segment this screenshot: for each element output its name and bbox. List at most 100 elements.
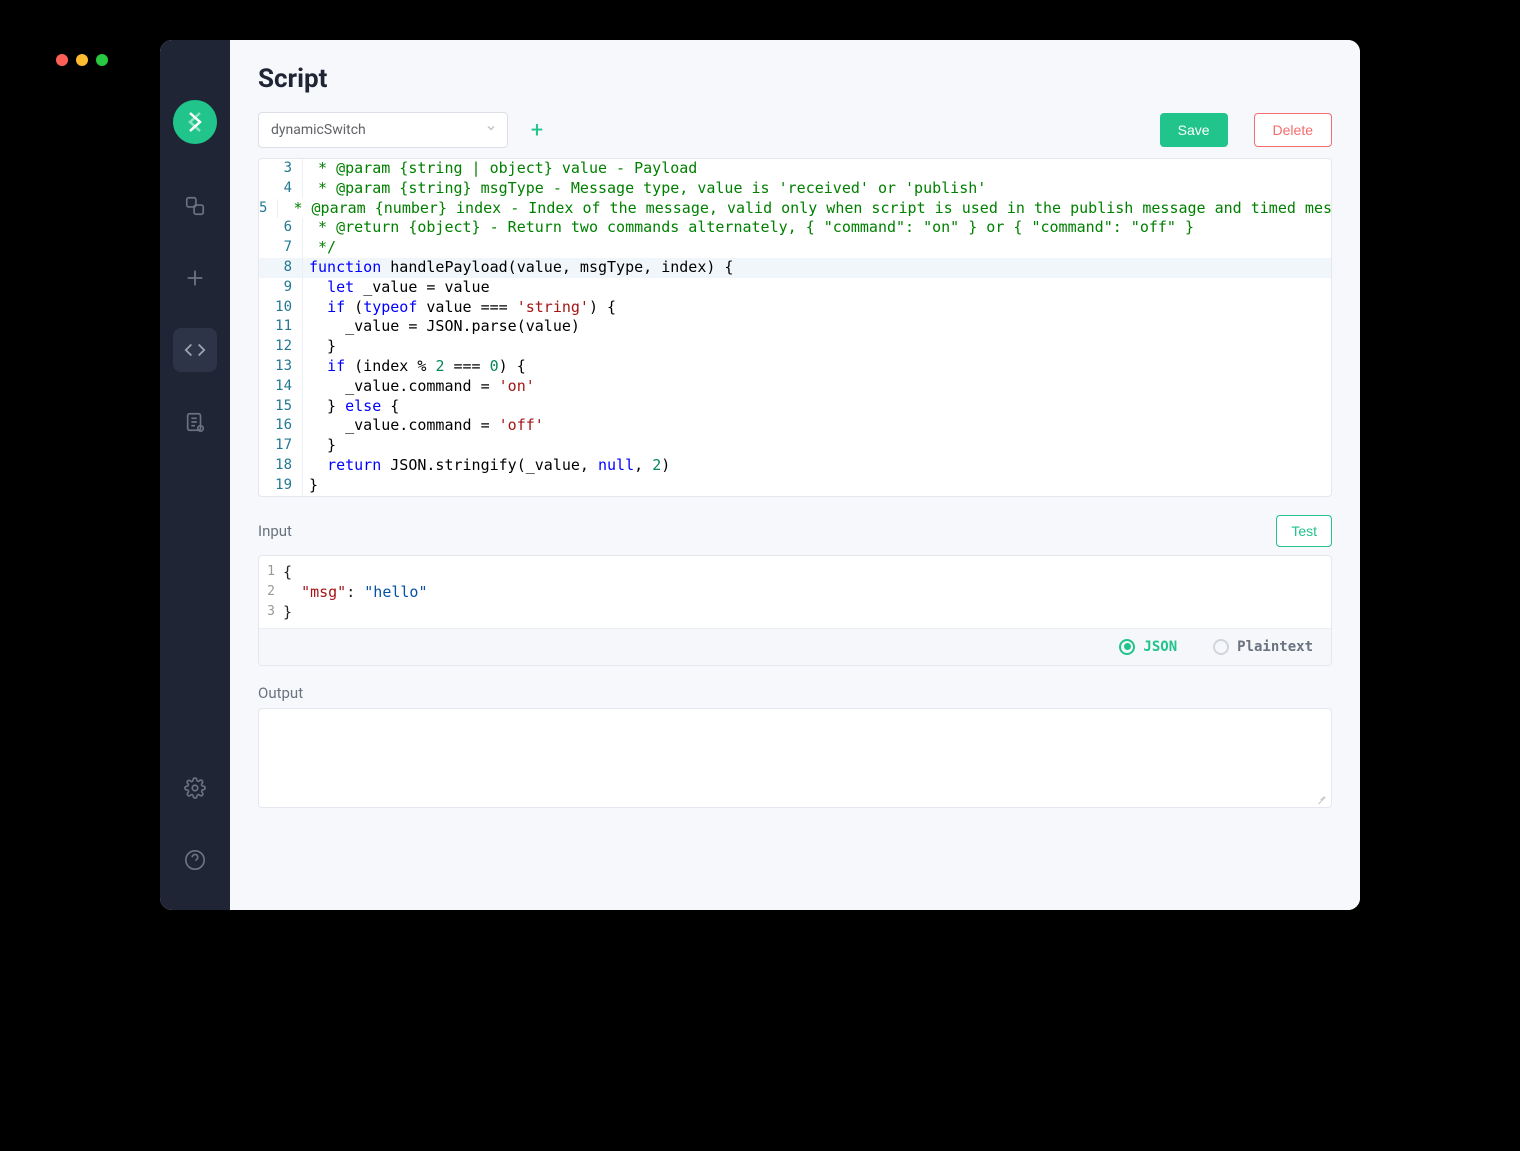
delete-button[interactable]: Delete: [1254, 113, 1332, 147]
code-content: * @param {string} msgType - Message type…: [303, 179, 986, 199]
radio-json[interactable]: JSON: [1119, 639, 1177, 655]
input-content: {: [283, 562, 292, 582]
save-button[interactable]: Save: [1160, 113, 1228, 147]
help-icon: [184, 849, 206, 871]
line-number: 17: [259, 436, 303, 456]
output-label: Output: [258, 684, 1332, 702]
add-script-button[interactable]: +: [522, 115, 552, 145]
nav-logs[interactable]: [173, 400, 217, 444]
output-box[interactable]: [258, 708, 1332, 808]
minimize-window-dot[interactable]: [76, 54, 88, 66]
input-label: Input: [258, 522, 292, 540]
line-number: 5: [259, 199, 278, 219]
code-line[interactable]: 7 */: [259, 238, 1331, 258]
chevron-down-icon: [485, 122, 497, 138]
code-line[interactable]: 15 } else {: [259, 397, 1331, 417]
code-editor[interactable]: 3 * @param {string | object} value - Pay…: [258, 158, 1332, 497]
close-window-dot[interactable]: [56, 54, 68, 66]
input-content: "msg": "hello": [283, 582, 428, 602]
code-line[interactable]: 10 if (typeof value === 'string') {: [259, 298, 1331, 318]
code-content: return JSON.stringify(_value, null, 2): [303, 456, 670, 476]
line-number: 11: [259, 317, 303, 337]
nav-connections[interactable]: [173, 184, 217, 228]
line-number: 16: [259, 416, 303, 436]
input-line[interactable]: 1{: [259, 562, 1331, 582]
line-number: 15: [259, 397, 303, 417]
line-number: 19: [259, 476, 303, 496]
window-traffic-lights: [56, 54, 108, 66]
code-content: _value = JSON.parse(value): [303, 317, 580, 337]
main-panel: Script dynamicSwitch + Save Delete 3 * @…: [230, 40, 1360, 910]
page-title: Script: [258, 64, 1332, 94]
sidebar: [160, 40, 230, 910]
radio-json-label: JSON: [1143, 639, 1177, 655]
radio-dot-icon: [1119, 639, 1135, 655]
code-content: if (typeof value === 'string') {: [303, 298, 616, 318]
gear-icon: [184, 777, 206, 799]
line-number: 14: [259, 377, 303, 397]
input-line[interactable]: 3}: [259, 602, 1331, 622]
code-content: }: [303, 436, 336, 456]
app-logo: [173, 100, 217, 144]
line-number: 10: [259, 298, 303, 318]
code-line[interactable]: 12 }: [259, 337, 1331, 357]
input-section-header: Input Test: [258, 515, 1332, 547]
line-number: 4: [259, 179, 303, 199]
nav-settings[interactable]: [173, 766, 217, 810]
toolbar: dynamicSwitch + Save Delete: [258, 112, 1332, 148]
code-line[interactable]: 4 * @param {string} msgType - Message ty…: [259, 179, 1331, 199]
code-line[interactable]: 13 if (index % 2 === 0) {: [259, 357, 1331, 377]
input-format-radios: JSON Plaintext: [259, 628, 1331, 665]
nav-scripts[interactable]: [173, 328, 217, 372]
line-number: 6: [259, 218, 303, 238]
code-content: }: [303, 476, 318, 496]
radio-plaintext-label: Plaintext: [1237, 639, 1313, 655]
line-number: 9: [259, 278, 303, 298]
code-content: */: [303, 238, 336, 258]
line-number: 7: [259, 238, 303, 258]
code-content: * @param {string | object} value - Paylo…: [303, 159, 697, 179]
code-line[interactable]: 19}: [259, 476, 1331, 496]
code-line[interactable]: 6 * @return {object} - Return two comman…: [259, 218, 1331, 238]
input-line[interactable]: 2 "msg": "hello": [259, 582, 1331, 602]
nav-help[interactable]: [173, 838, 217, 882]
line-number: 3: [259, 602, 283, 622]
code-line[interactable]: 8function handlePayload(value, msgType, …: [259, 258, 1331, 278]
code-line[interactable]: 17 }: [259, 436, 1331, 456]
line-number: 1: [259, 562, 283, 582]
code-content: } else {: [303, 397, 399, 417]
line-number: 12: [259, 337, 303, 357]
script-select-value: dynamicSwitch: [271, 122, 366, 138]
app-window: Script dynamicSwitch + Save Delete 3 * @…: [160, 40, 1360, 910]
plus-icon: +: [531, 118, 543, 143]
input-editor[interactable]: 1{2 "msg": "hello"3} JSON Plaintext: [258, 555, 1332, 666]
test-button[interactable]: Test: [1276, 515, 1332, 547]
code-line[interactable]: 14 _value.command = 'on': [259, 377, 1331, 397]
line-number: 3: [259, 159, 303, 179]
script-select[interactable]: dynamicSwitch: [258, 112, 508, 148]
resize-handle-icon[interactable]: [1315, 791, 1327, 803]
line-number: 18: [259, 456, 303, 476]
code-content: * @param {number} index - Index of the m…: [278, 199, 1332, 219]
code-content: }: [303, 337, 336, 357]
radio-plaintext[interactable]: Plaintext: [1213, 639, 1313, 655]
code-line[interactable]: 3 * @param {string | object} value - Pay…: [259, 159, 1331, 179]
code-line[interactable]: 18 return JSON.stringify(_value, null, 2…: [259, 456, 1331, 476]
input-content: }: [283, 602, 292, 622]
code-content: function handlePayload(value, msgType, i…: [303, 258, 733, 278]
maximize-window-dot[interactable]: [96, 54, 108, 66]
code-content: * @return {object} - Return two commands…: [303, 218, 1194, 238]
line-number: 8: [259, 258, 303, 278]
code-line[interactable]: 16 _value.command = 'off': [259, 416, 1331, 436]
line-number: 13: [259, 357, 303, 377]
code-content: _value.command = 'off': [303, 416, 544, 436]
code-line[interactable]: 9 let _value = value: [259, 278, 1331, 298]
code-content: let _value = value: [303, 278, 490, 298]
code-content: if (index % 2 === 0) {: [303, 357, 526, 377]
line-number: 2: [259, 582, 283, 602]
code-content: _value.command = 'on': [303, 377, 535, 397]
radio-dot-icon: [1213, 639, 1229, 655]
code-line[interactable]: 5 * @param {number} index - Index of the…: [259, 199, 1331, 219]
code-line[interactable]: 11 _value = JSON.parse(value): [259, 317, 1331, 337]
nav-new[interactable]: [173, 256, 217, 300]
